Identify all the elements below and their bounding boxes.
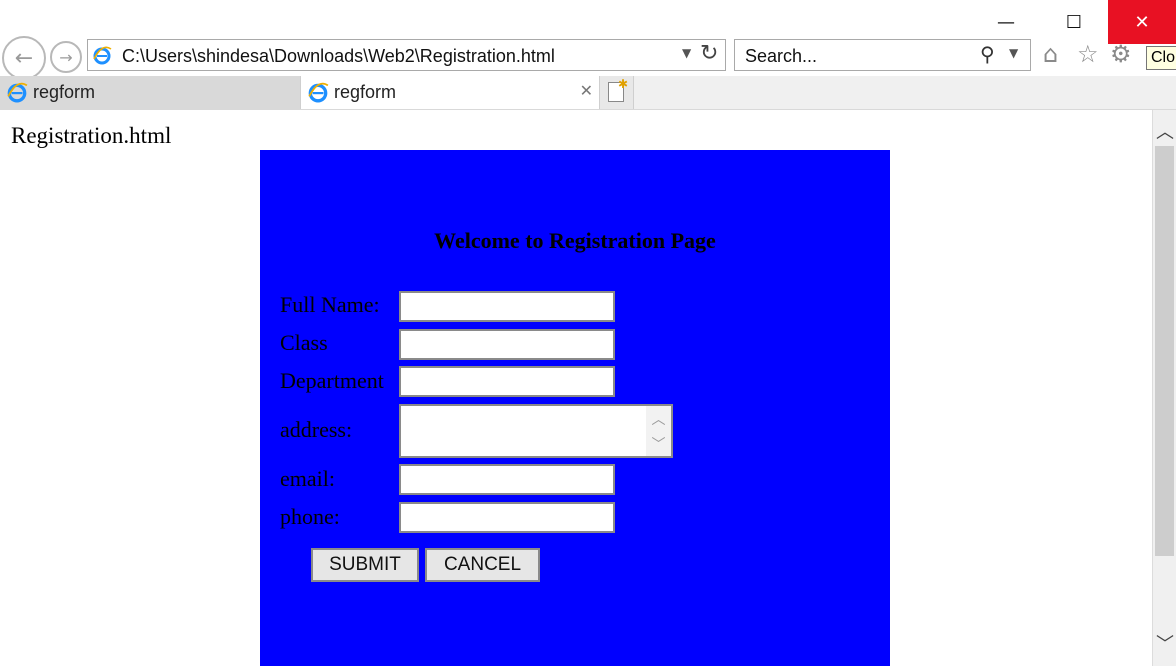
search-dropdown-icon[interactable]: ▼ — [1009, 46, 1018, 60]
refresh-icon[interactable]: ↻ — [700, 41, 718, 66]
gear-icon[interactable]: ⚙ — [1110, 40, 1132, 68]
favorites-star-icon[interactable]: ☆ — [1077, 40, 1099, 68]
search-icon[interactable]: ⚲ — [980, 42, 995, 66]
chevron-down-icon[interactable]: ﹀ — [652, 434, 666, 454]
tab-bar: regform regform ✕ ✱ — [0, 76, 1176, 110]
ie-tab-icon — [308, 82, 329, 103]
tab-regform-2[interactable]: regform ✕ — [300, 76, 600, 109]
ie-page-icon — [93, 46, 112, 65]
email-label: email: — [280, 466, 335, 491]
registration-form: Welcome to Registration Page Full Name: … — [260, 150, 890, 666]
ie-tab-icon — [7, 82, 28, 103]
submit-button[interactable]: SUBMIT — [311, 548, 419, 582]
tab-label: regform — [334, 82, 397, 102]
page-content: Registration.html Welcome to Registratio… — [0, 110, 1152, 666]
new-tab-sparkle-icon: ✱ — [618, 77, 629, 91]
tab-regform-1[interactable]: regform — [0, 76, 300, 109]
chevron-up-icon[interactable]: ︿ — [652, 409, 666, 429]
tab-close-icon[interactable]: ✕ — [580, 81, 593, 100]
address-textarea[interactable]: ︿ ﹀ — [399, 404, 673, 458]
search-input[interactable] — [743, 45, 977, 68]
address-bar[interactable]: C:\Users\shindesa\Downloads\Web2\Registr… — [87, 39, 726, 71]
full-name-input[interactable] — [399, 291, 615, 322]
department-input[interactable] — [399, 366, 615, 397]
close-icon: ✕ — [1134, 11, 1150, 33]
tab-label: regform — [33, 82, 96, 102]
address-text[interactable]: C:\Users\shindesa\Downloads\Web2\Registr… — [122, 46, 555, 67]
tooltip: Clo — [1146, 46, 1176, 70]
back-arrow-icon: ← — [14, 45, 34, 71]
cancel-button[interactable]: CANCEL — [425, 548, 540, 582]
form-title: Welcome to Registration Page — [434, 228, 716, 253]
phone-label: phone: — [280, 504, 340, 529]
forward-arrow-icon: → — [59, 47, 73, 67]
maximize-icon: ☐ — [1065, 11, 1083, 33]
back-button[interactable]: ← — [2, 36, 46, 80]
scroll-thumb[interactable] — [1155, 146, 1174, 556]
address-label: address: — [280, 417, 353, 442]
search-box[interactable]: ⚲ ▼ — [734, 39, 1031, 71]
scroll-down-icon[interactable]: ﹀ — [1153, 630, 1176, 656]
class-input[interactable] — [399, 329, 615, 360]
forward-button[interactable]: → — [50, 41, 82, 73]
home-icon[interactable]: ⌂ — [1043, 40, 1058, 68]
minimize-icon: — — [997, 11, 1015, 33]
page-scrollbar[interactable]: ︿ ﹀ — [1152, 110, 1176, 666]
full-name-label: Full Name: — [280, 292, 380, 317]
page-heading: Registration.html — [11, 123, 172, 148]
phone-input[interactable] — [399, 502, 615, 533]
department-label: Department — [280, 368, 384, 393]
address-dropdown-icon[interactable]: ▼ — [682, 46, 691, 60]
new-tab-button[interactable]: ✱ — [600, 76, 634, 109]
textarea-scrollbar[interactable]: ︿ ﹀ — [646, 406, 671, 456]
class-label: Class — [280, 330, 328, 355]
navigation-bar: ← → C:\Users\shindesa\Downloads\Web2\Reg… — [0, 36, 1176, 80]
email-input[interactable] — [399, 464, 615, 495]
scroll-up-icon[interactable]: ︿ — [1153, 118, 1176, 144]
